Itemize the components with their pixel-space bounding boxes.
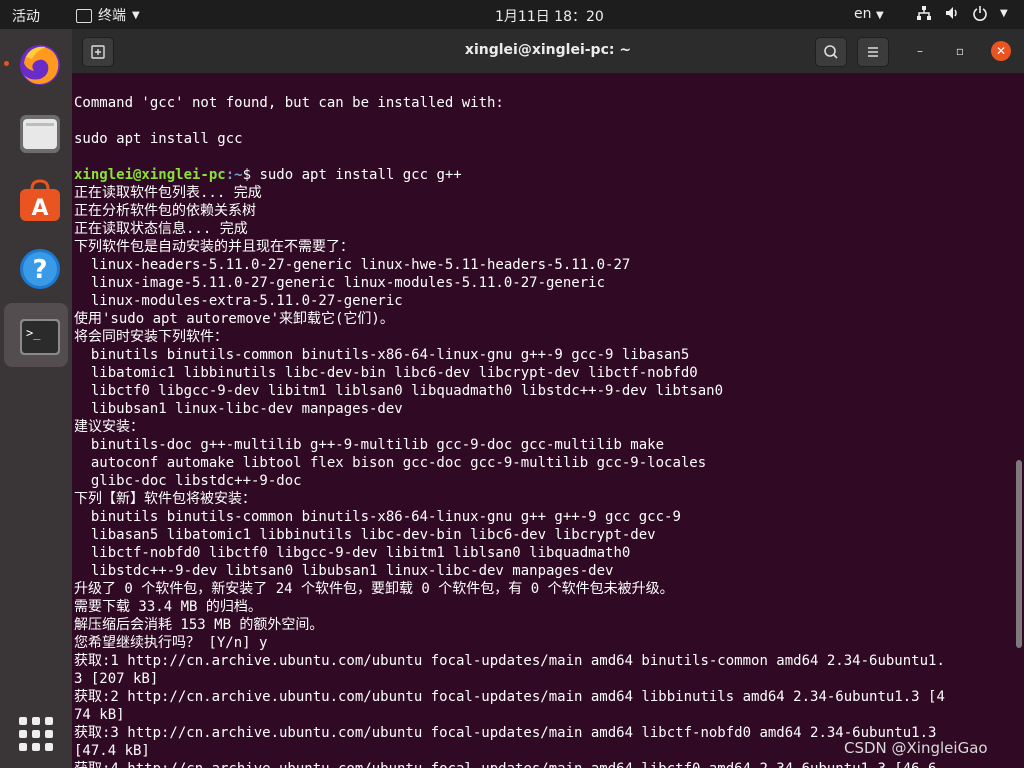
- input-language-menu[interactable]: en ▼: [854, 6, 884, 22]
- terminal-line: 3 [207 kB]: [74, 671, 159, 687]
- dock: A ? >_: [0, 29, 72, 768]
- terminal-line: 您希望继续执行吗？ [Y/n] y: [74, 635, 268, 651]
- maximize-icon: ▫: [955, 44, 965, 58]
- menu-button[interactable]: [857, 37, 889, 67]
- chevron-down-icon: ▼: [1000, 7, 1008, 19]
- terminal-line: 下列软件包是自动安装的并且现在不需要了：: [74, 239, 354, 255]
- terminal-line: libubsan1 linux-libc-dev manpages-dev: [74, 401, 403, 417]
- terminal-line: 获取:3 http://cn.archive.ubuntu.com/ubuntu…: [74, 725, 937, 741]
- terminal-line: 建议安装：: [74, 419, 144, 435]
- minimize-icon: –: [917, 44, 923, 58]
- firefox-icon: [20, 45, 60, 85]
- apps-grid-icon[interactable]: [19, 717, 53, 751]
- activities-button[interactable]: 活动: [12, 6, 40, 26]
- watermark: CSDN @XingleiGao: [844, 739, 988, 757]
- terminal-line: 正在分析软件包的依赖关系树: [74, 203, 256, 219]
- svg-text:?: ?: [32, 255, 47, 285]
- search-button[interactable]: [815, 37, 847, 67]
- terminal-line: 需要下载 33.4 MB 的归档。: [74, 599, 262, 615]
- menu-icon: [868, 47, 878, 57]
- terminal-line: 正在读取状态信息... 完成: [74, 221, 248, 237]
- terminal-line: autoconf automake libtool flex bison gcc…: [74, 455, 707, 471]
- terminal-icon: >_: [20, 319, 60, 355]
- maximize-button[interactable]: ▫: [950, 41, 970, 61]
- dock-help[interactable]: ?: [4, 235, 68, 299]
- dock-files[interactable]: [4, 99, 68, 163]
- minimize-button[interactable]: –: [910, 41, 930, 61]
- chevron-down-icon: ▼: [875, 10, 884, 21]
- volume-icon: [946, 7, 957, 19]
- terminal-line: 将会同时安装下列软件：: [74, 329, 228, 345]
- terminal-line: libstdc++-9-dev libtsan0 libubsan1 linux…: [74, 563, 614, 579]
- terminal-line: 解压缩后会消耗 153 MB 的额外空间。: [74, 617, 324, 633]
- system-tray[interactable]: ▼: [916, 5, 1008, 21]
- dock-terminal[interactable]: >_: [4, 303, 68, 367]
- terminal-line: libctf-nobfd0 libctf0 libgcc-9-dev libit…: [74, 545, 631, 561]
- terminal-line: libctf0 libgcc-9-dev libitm1 liblsan0 li…: [74, 383, 724, 399]
- close-icon: ✕: [995, 44, 1007, 58]
- terminal-line: Command 'gcc' not found, but can be inst…: [74, 95, 504, 111]
- close-button[interactable]: ✕: [991, 41, 1011, 61]
- software-icon: A: [20, 179, 60, 221]
- app-menu-label: 终端: [98, 8, 126, 24]
- network-icon: [917, 6, 931, 20]
- svg-text:A: A: [31, 196, 48, 221]
- terminal-line: 升级了 0 个软件包，新安装了 24 个软件包，要卸载 0 个软件包，有 0 个…: [74, 581, 674, 597]
- svg-text:>_: >_: [26, 326, 41, 340]
- terminal-line: linux-image-5.11.0-27-generic linux-modu…: [74, 275, 606, 291]
- terminal-scrollbar[interactable]: [1016, 460, 1022, 648]
- terminal-output[interactable]: Command 'gcc' not found, but can be inst…: [72, 74, 1016, 768]
- help-icon: ?: [20, 249, 60, 289]
- terminal-line: 获取:4 http://cn.archive.ubuntu.com/ubuntu…: [74, 760, 936, 768]
- terminal-app-icon: [76, 9, 92, 23]
- terminal-line: libatomic1 libbinutils libc-dev-bin libc…: [74, 365, 698, 381]
- dock-firefox[interactable]: [4, 31, 68, 95]
- terminal-line: [47.4 kB]: [74, 743, 150, 759]
- power-icon: [973, 6, 987, 21]
- window-header: xinglei@xinglei-pc: ~ – ▫ ✕: [72, 29, 1024, 74]
- files-icon: [20, 115, 60, 153]
- terminal-line: 使用'sudo apt autoremove'来卸载它(它们)。: [74, 311, 394, 327]
- prompt-symbol: $: [242, 167, 260, 183]
- terminal-line: libasan5 libatomic1 libbinutils libc-dev…: [74, 527, 656, 543]
- chevron-down-icon: ▼: [132, 9, 140, 21]
- language-label: en: [854, 6, 872, 22]
- terminal-line: linux-headers-5.11.0-27-generic linux-hw…: [74, 257, 631, 273]
- terminal-line: 正在读取软件包列表... 完成: [74, 185, 262, 201]
- terminal-line: binutils-doc g++-multilib g++-9-multilib…: [74, 437, 665, 453]
- terminal-line: 下列【新】软件包将被安装：: [74, 491, 256, 507]
- terminal-line: glibc-doc libstdc++-9-doc: [74, 473, 302, 489]
- app-menu[interactable]: 终端 ▼: [76, 5, 140, 25]
- search-icon: [824, 45, 838, 59]
- prompt-user: xinglei@xinglei-pc: [74, 167, 226, 183]
- terminal-line: 74 kB]: [74, 707, 125, 723]
- terminal-line: binutils binutils-common binutils-x86-64…: [74, 509, 681, 525]
- dock-software[interactable]: A: [4, 167, 68, 231]
- terminal-line: 获取:1 http://cn.archive.ubuntu.com/ubuntu…: [74, 653, 945, 669]
- prompt-line: xinglei@xinglei-pc:~$ sudo apt install g…: [74, 166, 462, 184]
- top-bar: 活动 终端 ▼ 1月11日 18：20 en ▼ ▼: [0, 0, 1024, 29]
- prompt-command: sudo apt install gcc g++: [259, 167, 462, 183]
- clock[interactable]: 1月11日 18：20: [495, 6, 604, 26]
- terminal-line: sudo apt install gcc: [74, 131, 243, 147]
- prompt-path: :~: [225, 167, 243, 183]
- terminal-line: 获取:2 http://cn.archive.ubuntu.com/ubuntu…: [74, 689, 945, 705]
- terminal-line: binutils binutils-common binutils-x86-64…: [74, 347, 690, 363]
- terminal-line: linux-modules-extra-5.11.0-27-generic: [74, 293, 403, 309]
